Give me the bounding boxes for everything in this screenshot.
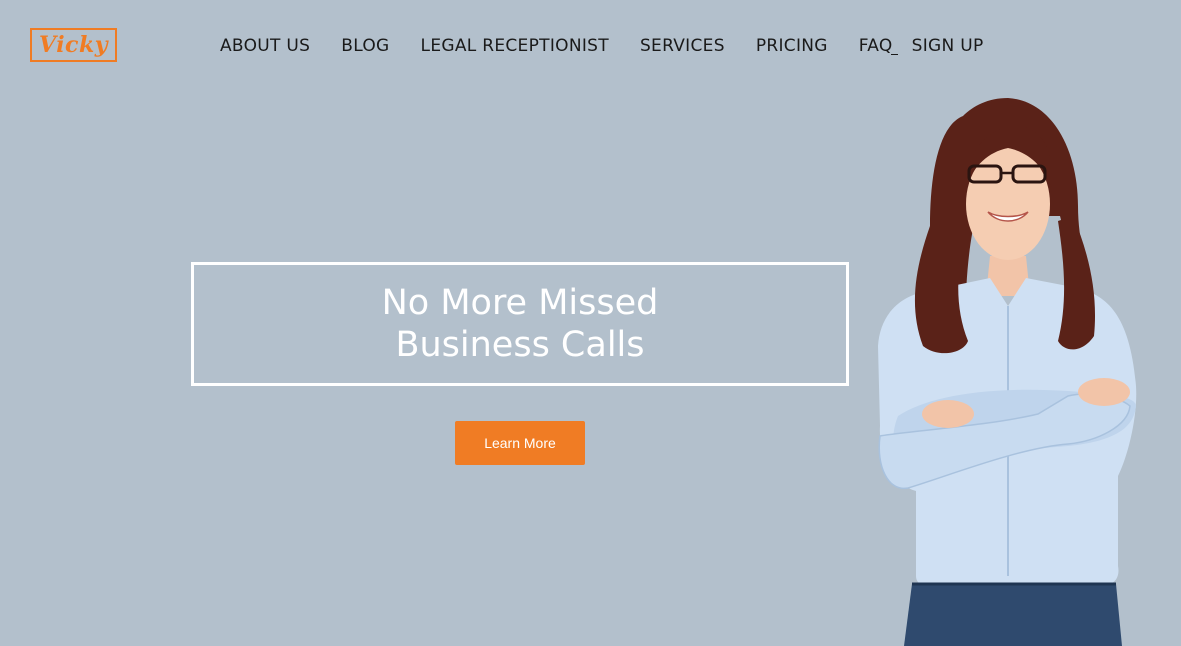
nav-pricing[interactable]: PRICING [756,34,828,58]
nav-services[interactable]: SERVICES [640,34,725,58]
hair-right-lock [1058,216,1096,350]
nav-about-us[interactable]: ABOUT US [220,34,310,58]
left-hand [922,400,974,428]
jeans [904,584,1122,646]
nav-faq[interactable]: FAQ [859,34,898,58]
nav-blog[interactable]: BLOG [341,34,389,58]
hero-title-box: No More Missed Business Calls [191,262,849,386]
nav-legal-receptionist[interactable]: LEGAL RECEPTIONIST [421,34,609,58]
right-hand [1078,378,1130,406]
learn-more-button[interactable]: Learn More [455,421,585,465]
nav-sign-up[interactable]: SIGN UP [912,34,984,58]
main-nav: ABOUT US BLOG LEGAL RECEPTIONIST SERVICE… [220,34,984,58]
hero-title-line1: No More Missed [381,283,659,323]
hero-title: No More Missed Business Calls [310,282,730,366]
receptionist-photo [878,98,1137,646]
hero-title-line2: Business Calls [395,325,645,365]
vicky-logo[interactable]: Vicky [30,28,117,62]
